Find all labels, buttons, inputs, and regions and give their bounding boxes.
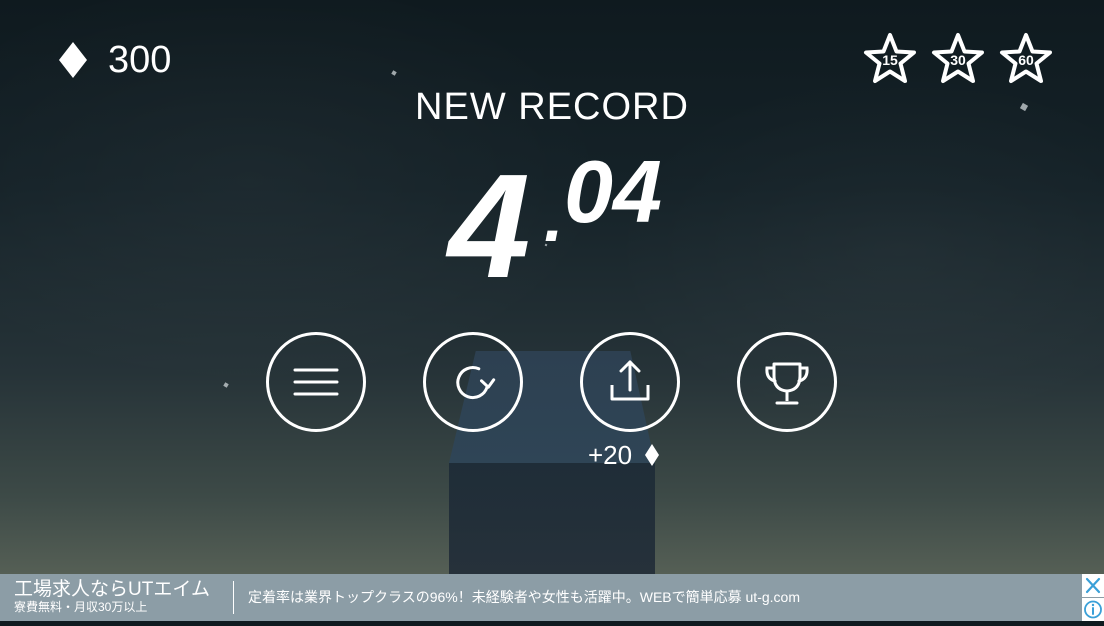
ad-info-button[interactable] (1082, 598, 1104, 621)
trophy-icon (765, 362, 809, 405)
cube-front-face (449, 463, 655, 574)
share-icon (610, 360, 650, 401)
diamond-icon (645, 444, 660, 466)
menu-icon (293, 368, 339, 396)
info-icon (1084, 600, 1102, 619)
new-record-heading: NEW RECORD (415, 86, 689, 128)
leaderboard-button[interactable] (737, 332, 837, 432)
score-decimal-point: . (544, 178, 564, 256)
ad-divider (233, 581, 234, 614)
score-display: 4 . 04 (440, 140, 680, 302)
star-label: 30 (950, 52, 966, 68)
ad-body: 定着率は業界トップクラスの96%！未経験者や女性も活躍中。WEBで簡単応募 ut… (248, 589, 800, 605)
menu-button[interactable] (266, 332, 366, 432)
star-milestone-30: 30 (931, 32, 985, 86)
star-milestone-15: 15 (863, 32, 917, 86)
diamond-icon (59, 42, 87, 78)
score-decimal: 04 (564, 142, 662, 241)
ad-close-button[interactable] (1082, 574, 1104, 597)
restart-icon (456, 366, 496, 400)
star-label: 60 (1018, 52, 1034, 68)
ad-title: 工場求人ならUTエイム (14, 579, 210, 600)
share-reward: +20 (588, 438, 660, 472)
reward-amount: +20 (588, 440, 633, 470)
restart-button[interactable] (423, 332, 523, 432)
gem-count: 300 (108, 39, 172, 81)
share-button[interactable] (580, 332, 680, 432)
star-milestone-60: 60 (999, 32, 1053, 86)
star-label: 15 (882, 52, 898, 68)
gem-counter: 300 (58, 38, 171, 82)
score-integer: 4 (448, 144, 531, 309)
ad-subtitle: 寮費無料・月収30万以上 (14, 600, 148, 614)
star-milestones: 15 30 60 (863, 32, 1053, 86)
close-icon (1085, 577, 1101, 594)
ad-banner[interactable]: 工場求人ならUTエイム 寮費無料・月収30万以上 定着率は業界トップクラスの96… (0, 574, 1104, 621)
